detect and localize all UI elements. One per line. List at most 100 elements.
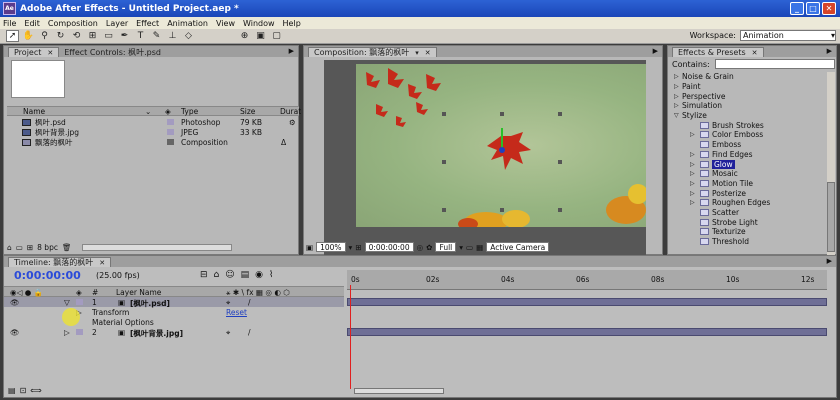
effect-find-edges[interactable]: ▷ Find Edges xyxy=(672,150,832,160)
transform-label[interactable]: Transform xyxy=(92,308,129,317)
world-axis-icon[interactable]: ▣ xyxy=(254,30,267,42)
layer-duration-bar[interactable] xyxy=(347,298,827,306)
effect-color-emboss[interactable]: ▷ Color Emboss xyxy=(672,130,832,140)
menu-composition[interactable]: Composition xyxy=(48,19,98,28)
panel-menu-icon[interactable]: ▶ xyxy=(653,47,658,55)
comp-image-maple-leaves[interactable] xyxy=(356,64,648,232)
project-row[interactable]: 枫叶.psd Photoshop 79 KB ⚙ xyxy=(7,117,299,127)
col-name[interactable]: Name xyxy=(23,107,45,116)
effect-mosaic[interactable]: ▷ Mosaic xyxy=(672,169,832,179)
always-preview-icon[interactable]: ▣ xyxy=(306,243,313,252)
zoom-tool-icon[interactable]: ⚲ xyxy=(38,30,51,42)
menu-help[interactable]: Help xyxy=(283,19,301,28)
collapse-triangle-icon[interactable]: ▽ xyxy=(674,112,679,119)
layer-duration-bar[interactable] xyxy=(347,328,827,336)
trash-icon[interactable]: 🗑 xyxy=(62,243,72,252)
chevron-down-icon[interactable]: ▾ xyxy=(459,243,463,252)
close-button[interactable]: ✕ xyxy=(822,2,836,15)
category-noise-grain[interactable]: ▷ Noise & Grain xyxy=(672,72,832,82)
hand-tool-icon[interactable]: ✋ xyxy=(22,30,35,42)
col-size[interactable]: Size xyxy=(240,107,255,116)
menu-window[interactable]: Window xyxy=(243,19,275,28)
layer-row[interactable]: 👁 ▽ 1 ▣ [枫叶.psd] ⌖ / xyxy=(4,297,344,308)
tab-timeline[interactable]: Timeline: 飘落的枫叶 ✕ xyxy=(8,257,112,267)
resolution-dropdown[interactable]: Full xyxy=(435,242,457,252)
collapse-triangle-icon[interactable]: ▽ xyxy=(64,298,70,307)
interpret-footage-icon[interactable]: ⌂ xyxy=(7,243,12,252)
timeline-zoom-slider[interactable] xyxy=(354,388,444,394)
selection-tool-icon[interactable]: ➚ xyxy=(6,30,19,42)
zoom-dropdown[interactable]: 100% xyxy=(316,242,346,252)
expand-triangle-icon[interactable]: ▷ xyxy=(674,102,679,109)
transparency-grid-icon[interactable]: ▦ xyxy=(476,243,483,252)
horizontal-scrollbar[interactable] xyxy=(81,244,232,251)
current-time-display[interactable]: 0:00:00:00 xyxy=(364,242,414,252)
shy-switch-icon[interactable]: ⌖ xyxy=(226,328,230,338)
workspace-dropdown[interactable]: Animation ▾ xyxy=(740,30,836,41)
menu-layer[interactable]: Layer xyxy=(106,19,128,28)
category-perspective[interactable]: ▷ Perspective xyxy=(672,91,832,101)
toggle-modes-icon[interactable]: ⊡ xyxy=(20,386,27,395)
vertical-scrollbar[interactable] xyxy=(827,72,835,278)
expand-triangle-icon[interactable]: ▷ xyxy=(64,328,70,337)
menu-view[interactable]: View xyxy=(216,19,235,28)
effect-texturize[interactable]: Texturize xyxy=(672,227,832,237)
show-channel-icon[interactable]: ✿ xyxy=(426,243,432,252)
comp-flowchart-icon[interactable]: ⊟ xyxy=(200,270,208,280)
effect-emboss[interactable]: Emboss xyxy=(672,140,832,150)
frame-blend-icon[interactable]: ▤ xyxy=(241,270,250,280)
effect-strobe-light[interactable]: Strobe Light xyxy=(672,217,832,227)
close-icon[interactable]: ✕ xyxy=(425,49,431,57)
pan-behind-icon[interactable]: ⊞ xyxy=(86,30,99,42)
close-icon[interactable]: ✕ xyxy=(99,259,105,267)
expand-triangle-icon[interactable]: ▷ xyxy=(690,170,695,177)
menu-file[interactable]: File xyxy=(3,19,16,28)
motion-blur-icon[interactable]: ◉ xyxy=(255,270,263,280)
brush-tool-icon[interactable]: ✎ xyxy=(150,30,163,42)
bpc-label[interactable]: 8 bpc xyxy=(37,243,58,252)
effect-threshold[interactable]: Threshold xyxy=(672,237,832,247)
current-time[interactable]: 0:00:00:00 xyxy=(14,269,81,282)
view-axis-icon[interactable]: ▢ xyxy=(270,30,283,42)
effect-scatter[interactable]: Scatter xyxy=(672,208,832,218)
panel-menu-icon[interactable]: ▶ xyxy=(827,47,832,55)
menu-edit[interactable]: Edit xyxy=(24,19,40,28)
eraser-tool-icon[interactable]: ◇ xyxy=(182,30,195,42)
snapshot-icon[interactable]: ◎ xyxy=(417,243,424,252)
col-type[interactable]: Type xyxy=(181,107,198,116)
tab-composition[interactable]: Composition: 飘落的枫叶 ▾ ✕ xyxy=(308,47,437,57)
menu-effect[interactable]: Effect xyxy=(136,19,159,28)
clone-stamp-icon[interactable]: ⊥ xyxy=(166,30,179,42)
time-ruler[interactable]: 0s 02s 04s 06s 08s 10s 12s xyxy=(347,270,827,290)
project-row[interactable]: 枫叶背景.jpg JPEG 33 KB xyxy=(7,127,299,137)
quality-switch-icon[interactable]: / xyxy=(248,298,251,307)
pen-tool-icon[interactable]: ✒ xyxy=(118,30,131,42)
transform-row[interactable]: ▷ Transform Reset xyxy=(4,307,344,317)
expand-triangle-icon[interactable]: ▷ xyxy=(690,131,695,138)
panel-menu-icon[interactable]: ▶ xyxy=(827,257,832,265)
material-options-label[interactable]: Material Options xyxy=(92,318,154,327)
col-duration[interactable]: Durat xyxy=(280,107,301,116)
category-stylize[interactable]: ▽ Stylize xyxy=(672,111,832,121)
expand-triangle-icon[interactable]: ▷ xyxy=(674,83,679,90)
tab-effect-controls[interactable]: Effect Controls: 枫叶.psd xyxy=(59,47,166,57)
current-time-indicator[interactable] xyxy=(350,285,351,389)
project-row[interactable]: 飘落的枫叶 Composition Δ xyxy=(7,137,299,147)
effect-motion-tile[interactable]: ▷ Motion Tile xyxy=(672,179,832,189)
mask-tool-icon[interactable]: ▭ xyxy=(102,30,115,42)
chevron-down-icon[interactable]: ▾ xyxy=(349,243,353,252)
material-options-row[interactable]: Material Options xyxy=(4,317,344,327)
expand-triangle-icon[interactable]: ▷ xyxy=(674,93,679,100)
contains-input[interactable] xyxy=(714,59,835,69)
expand-triangle-icon[interactable]: ▷ xyxy=(690,151,695,158)
toggle-switches-icon[interactable]: ▤ xyxy=(8,386,16,395)
shy-icon[interactable]: ☺ xyxy=(225,270,234,280)
panel-menu-icon[interactable]: ▶ xyxy=(289,47,294,55)
new-comp-icon[interactable]: ⊞ xyxy=(27,243,33,252)
rotate-tool-icon[interactable]: ↻ xyxy=(54,30,67,42)
category-simulation[interactable]: ▷ Simulation xyxy=(672,101,832,111)
layer-row[interactable]: 👁 ▷ 2 ▣ [枫叶背景.jpg] ⌖ / xyxy=(4,327,344,338)
close-icon[interactable]: ✕ xyxy=(752,49,758,57)
orbit-camera-icon[interactable]: ⟲ xyxy=(70,30,83,42)
chevron-down-icon[interactable]: ▾ xyxy=(415,49,419,57)
